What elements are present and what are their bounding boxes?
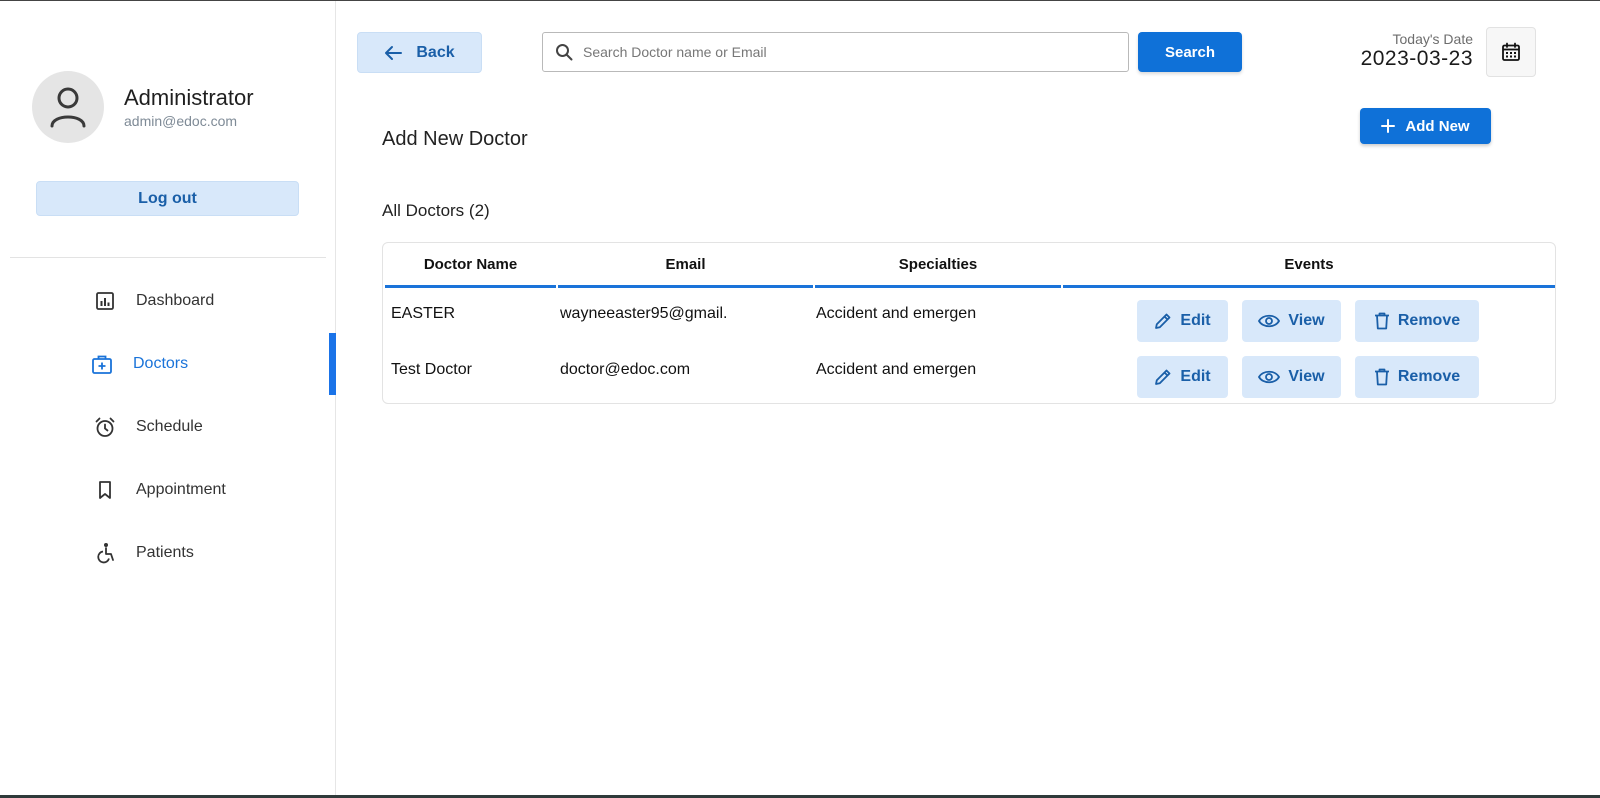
doctor-name-cell: Test Doctor bbox=[391, 361, 472, 378]
eye-icon bbox=[1258, 314, 1281, 328]
edit-button[interactable]: Edit bbox=[1137, 356, 1228, 398]
pencil-icon bbox=[1155, 369, 1171, 385]
profile-name: Administrator bbox=[124, 85, 254, 110]
back-button[interactable]: Back bbox=[357, 32, 482, 73]
pencil-icon bbox=[1155, 313, 1171, 329]
search-input[interactable] bbox=[583, 44, 1123, 60]
alarm-clock-icon bbox=[94, 416, 116, 438]
sidebar-item-dashboard[interactable]: Dashboard bbox=[0, 269, 336, 332]
plus-icon bbox=[1381, 119, 1396, 133]
doctor-email-cell: wayneeaster95@gmail. bbox=[560, 305, 728, 322]
sidebar-item-label: Appointment bbox=[136, 480, 226, 498]
user-profile: Administrator admin@edoc.com bbox=[32, 71, 254, 143]
sidebar-item-label: Doctors bbox=[133, 354, 189, 372]
sidebar-item-label: Schedule bbox=[136, 417, 203, 435]
doctor-email-cell: doctor@edoc.com bbox=[560, 361, 691, 378]
column-header-specialties: Specialties bbox=[815, 254, 1061, 288]
search-box bbox=[542, 32, 1129, 72]
view-button[interactable]: View bbox=[1242, 356, 1341, 398]
wheelchair-icon bbox=[94, 542, 116, 564]
edit-button[interactable]: Edit bbox=[1137, 300, 1228, 342]
doctors-table: Doctor Name Email Specialties Events EAS… bbox=[382, 242, 1556, 404]
remove-label: Remove bbox=[1397, 312, 1461, 329]
doctor-name-cell: EASTER bbox=[391, 305, 456, 322]
back-label: Back bbox=[416, 43, 455, 61]
date-value: 2023-03-23 bbox=[1360, 47, 1473, 70]
sidebar-menu: Dashboard Doctors Schedule Appointment P… bbox=[0, 269, 336, 584]
doctors-list-title: All Doctors (2) bbox=[382, 201, 490, 220]
remove-button[interactable]: Remove bbox=[1355, 356, 1479, 398]
sidebar-item-patients[interactable]: Patients bbox=[0, 521, 336, 584]
remove-label: Remove bbox=[1397, 368, 1461, 385]
edit-label: Edit bbox=[1180, 368, 1211, 385]
dashboard-icon bbox=[94, 290, 116, 312]
avatar bbox=[32, 71, 104, 143]
sidebar-item-label: Dashboard bbox=[136, 291, 215, 309]
add-new-label: Add New bbox=[1405, 117, 1470, 135]
doctor-specialty-cell: Accident and emergen bbox=[816, 361, 977, 378]
eye-icon bbox=[1258, 370, 1281, 384]
remove-button[interactable]: Remove bbox=[1355, 300, 1479, 342]
view-label: View bbox=[1288, 312, 1325, 329]
view-button[interactable]: View bbox=[1242, 300, 1341, 342]
sidebar-item-schedule[interactable]: Schedule bbox=[0, 395, 336, 458]
column-header-email: Email bbox=[558, 254, 813, 288]
view-label: View bbox=[1288, 368, 1325, 385]
trash-icon bbox=[1374, 312, 1389, 330]
sidebar: Administrator admin@edoc.com Log out Das… bbox=[0, 1, 336, 795]
search-button[interactable]: Search bbox=[1138, 32, 1242, 72]
add-doctor-title: Add New Doctor bbox=[382, 128, 528, 150]
user-icon bbox=[50, 87, 86, 128]
search-icon bbox=[556, 44, 573, 61]
calendar-button[interactable] bbox=[1486, 27, 1536, 77]
sidebar-item-doctors[interactable]: Doctors bbox=[0, 332, 336, 395]
calendar-icon bbox=[1502, 42, 1520, 61]
sidebar-item-label: Patients bbox=[136, 543, 194, 561]
sidebar-divider bbox=[10, 257, 326, 258]
trash-icon bbox=[1374, 368, 1389, 386]
logout-button[interactable]: Log out bbox=[36, 181, 299, 216]
arrow-left-icon bbox=[385, 45, 403, 60]
edit-label: Edit bbox=[1180, 312, 1211, 329]
add-new-button[interactable]: Add New bbox=[1360, 108, 1491, 144]
bookmark-icon bbox=[94, 479, 116, 501]
profile-email: admin@edoc.com bbox=[124, 113, 238, 129]
doctor-specialty-cell: Accident and emergen bbox=[816, 305, 977, 322]
doctor-bag-icon bbox=[91, 353, 113, 375]
column-header-doctor-name: Doctor Name bbox=[385, 254, 556, 288]
column-header-events: Events bbox=[1063, 254, 1555, 288]
date-label: Today's Date bbox=[1392, 31, 1474, 47]
sidebar-item-appointment[interactable]: Appointment bbox=[0, 458, 336, 521]
